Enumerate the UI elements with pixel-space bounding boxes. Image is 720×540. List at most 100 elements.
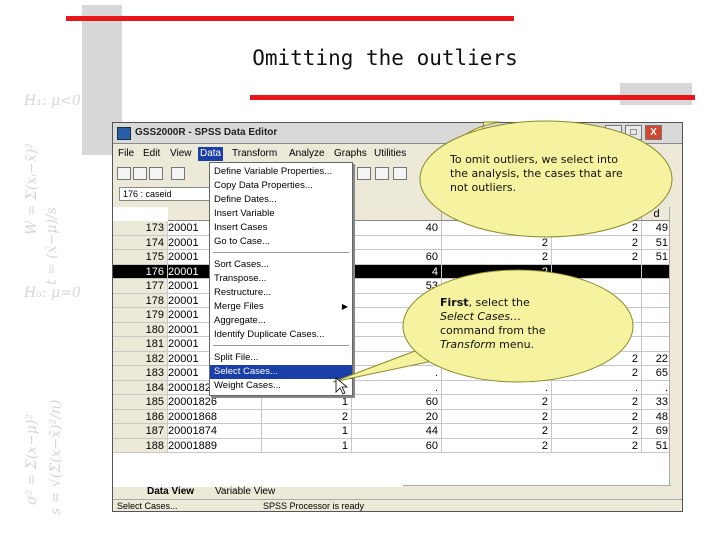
menu-item-copy-data-properties[interactable]: Copy Data Properties... — [210, 179, 352, 193]
table-cell[interactable]: . — [352, 380, 442, 395]
table-cell[interactable]: 53 — [352, 279, 442, 294]
save-icon[interactable] — [133, 167, 147, 180]
table-cell[interactable]: . — [352, 322, 442, 337]
tab-data-view[interactable]: Data View — [147, 486, 194, 498]
table-cell[interactable]: 2 — [552, 424, 642, 439]
table-cell[interactable]: 44 — [352, 424, 442, 439]
table-cell[interactable] — [642, 279, 672, 294]
table-cell[interactable]: 2 — [442, 351, 552, 366]
table-row[interactable]: 175 20001 60 2 2 51 — [113, 250, 682, 265]
table-cell[interactable] — [642, 337, 672, 352]
menu-item-insert-cases[interactable]: Insert Cases — [210, 221, 352, 235]
row-number[interactable]: 188 — [113, 438, 168, 453]
table-cell[interactable]: . — [442, 380, 552, 395]
menu-analyze[interactable]: Analyze — [287, 147, 327, 161]
menu-item-insert-variable[interactable]: Insert Variable — [210, 207, 352, 221]
title-bar[interactable]: GSS2000R - SPSS Data Editor _ □ X — [113, 123, 682, 144]
menu-item-define-variable-properties[interactable]: Define Variable Properties... — [210, 165, 352, 179]
table-cell[interactable]: 1 — [262, 395, 352, 410]
column-header[interactable] — [552, 207, 642, 221]
table-cell[interactable]: 2 — [442, 438, 552, 453]
column-header[interactable]: wrksif — [442, 207, 552, 221]
table-cell[interactable]: 69 — [642, 424, 672, 439]
table-row[interactable]: 183 20001. 2 2 65 — [113, 366, 682, 381]
tab-variable-view[interactable]: Variable View — [215, 486, 275, 498]
row-number[interactable]: 176 — [113, 264, 168, 279]
row-number[interactable]: 185 — [113, 395, 168, 410]
table-cell[interactable] — [552, 264, 642, 279]
table-cell[interactable]: 20001889 — [168, 438, 262, 453]
table-cell[interactable]: 2 — [552, 351, 642, 366]
row-number[interactable]: 178 — [113, 293, 168, 308]
menu-item-aggregate[interactable]: Aggregate... — [210, 314, 352, 328]
print-icon[interactable] — [149, 167, 163, 180]
open-icon[interactable] — [117, 167, 131, 180]
table-cell[interactable]: 51 — [642, 438, 672, 453]
table-cell[interactable]: 2 — [552, 438, 642, 453]
row-number[interactable]: 179 — [113, 308, 168, 323]
menu-utilities[interactable]: Utilities — [372, 147, 408, 161]
table-cell[interactable]: . — [642, 380, 672, 395]
row-number[interactable]: 183 — [113, 366, 168, 381]
table-cell[interactable]: 1 — [442, 221, 552, 236]
table-row[interactable]: 174 20001 2 2 51 — [113, 235, 682, 250]
table-cell[interactable]: 2 — [442, 250, 552, 265]
table-cell[interactable]: 20001868 — [168, 409, 262, 424]
maximize-button[interactable]: □ — [625, 125, 642, 140]
table-cell[interactable]: 1 — [262, 438, 352, 453]
table-cell[interactable] — [642, 264, 672, 279]
table-cell[interactable]: 2 — [552, 235, 642, 250]
table-cell[interactable]: 40 — [352, 221, 442, 236]
table-cell[interactable]: 2 — [552, 395, 642, 410]
table-cell[interactable] — [642, 308, 672, 323]
menu-graphs[interactable]: Graphs — [332, 147, 369, 161]
table-cell[interactable]: 2 — [442, 264, 552, 279]
row-number[interactable]: 182 — [113, 351, 168, 366]
menu-item-identify-duplicate-cases[interactable]: Identify Duplicate Cases... — [210, 328, 352, 342]
table-cell[interactable]: 1 — [262, 424, 352, 439]
row-number[interactable]: 173 — [113, 221, 168, 236]
table-cell[interactable]: 20 — [352, 409, 442, 424]
row-number[interactable]: 186 — [113, 409, 168, 424]
value-labels-icon[interactable] — [375, 167, 389, 180]
table-cell[interactable]: 48 — [642, 409, 672, 424]
table-cell[interactable]: 2 — [442, 424, 552, 439]
use-sets-icon[interactable] — [393, 167, 407, 180]
horizontal-scrollbar[interactable] — [403, 485, 671, 498]
row-number[interactable]: 175 — [113, 250, 168, 265]
table-cell[interactable]: 2 — [552, 250, 642, 265]
table-cell[interactable] — [352, 235, 442, 250]
column-header[interactable]: d — [642, 207, 672, 221]
table-cell[interactable]: 45 — [352, 293, 442, 308]
table-cell[interactable]: 2 — [442, 366, 552, 381]
table-cell[interactable] — [552, 279, 642, 294]
menu-item-split-file[interactable]: Split File... — [210, 351, 352, 365]
table-cell[interactable]: . — [352, 366, 442, 381]
table-cell[interactable]: 40 — [352, 351, 442, 366]
table-cell[interactable]: 2 — [442, 409, 552, 424]
table-cell[interactable] — [442, 279, 552, 294]
menu-file[interactable]: File — [116, 147, 136, 161]
table-cell[interactable]: 60 — [352, 438, 442, 453]
table-cell[interactable]: 4 — [352, 264, 442, 279]
table-row[interactable]: 182 20001 40 2 2 22 — [113, 351, 682, 366]
row-number[interactable]: 180 — [113, 322, 168, 337]
table-cell[interactable]: 2 — [552, 409, 642, 424]
table-cell[interactable]: . — [552, 380, 642, 395]
table-cell[interactable]: . — [352, 308, 442, 323]
table-cell[interactable] — [642, 322, 672, 337]
row-number[interactable]: 177 — [113, 279, 168, 294]
table-cell[interactable]: 51 — [642, 235, 672, 250]
table-row[interactable]: 185 20001826 1 60 2 2 33 — [113, 395, 682, 410]
menu-transform[interactable]: Transform — [230, 147, 279, 161]
close-button[interactable]: X — [645, 125, 662, 140]
table-row[interactable]: 186 20001868 2 20 2 2 48 — [113, 409, 682, 424]
table-cell[interactable]: 2 — [552, 366, 642, 381]
table-row[interactable]: 176 20001 4 2 — [113, 264, 682, 279]
select-cases-tool-icon[interactable] — [357, 167, 371, 180]
menu-view[interactable]: View — [168, 147, 194, 161]
table-cell[interactable]: . — [352, 337, 442, 352]
table-cell[interactable]: 51 — [642, 250, 672, 265]
menu-item-restructure[interactable]: Restructure... — [210, 286, 352, 300]
table-cell[interactable]: 60 — [352, 395, 442, 410]
